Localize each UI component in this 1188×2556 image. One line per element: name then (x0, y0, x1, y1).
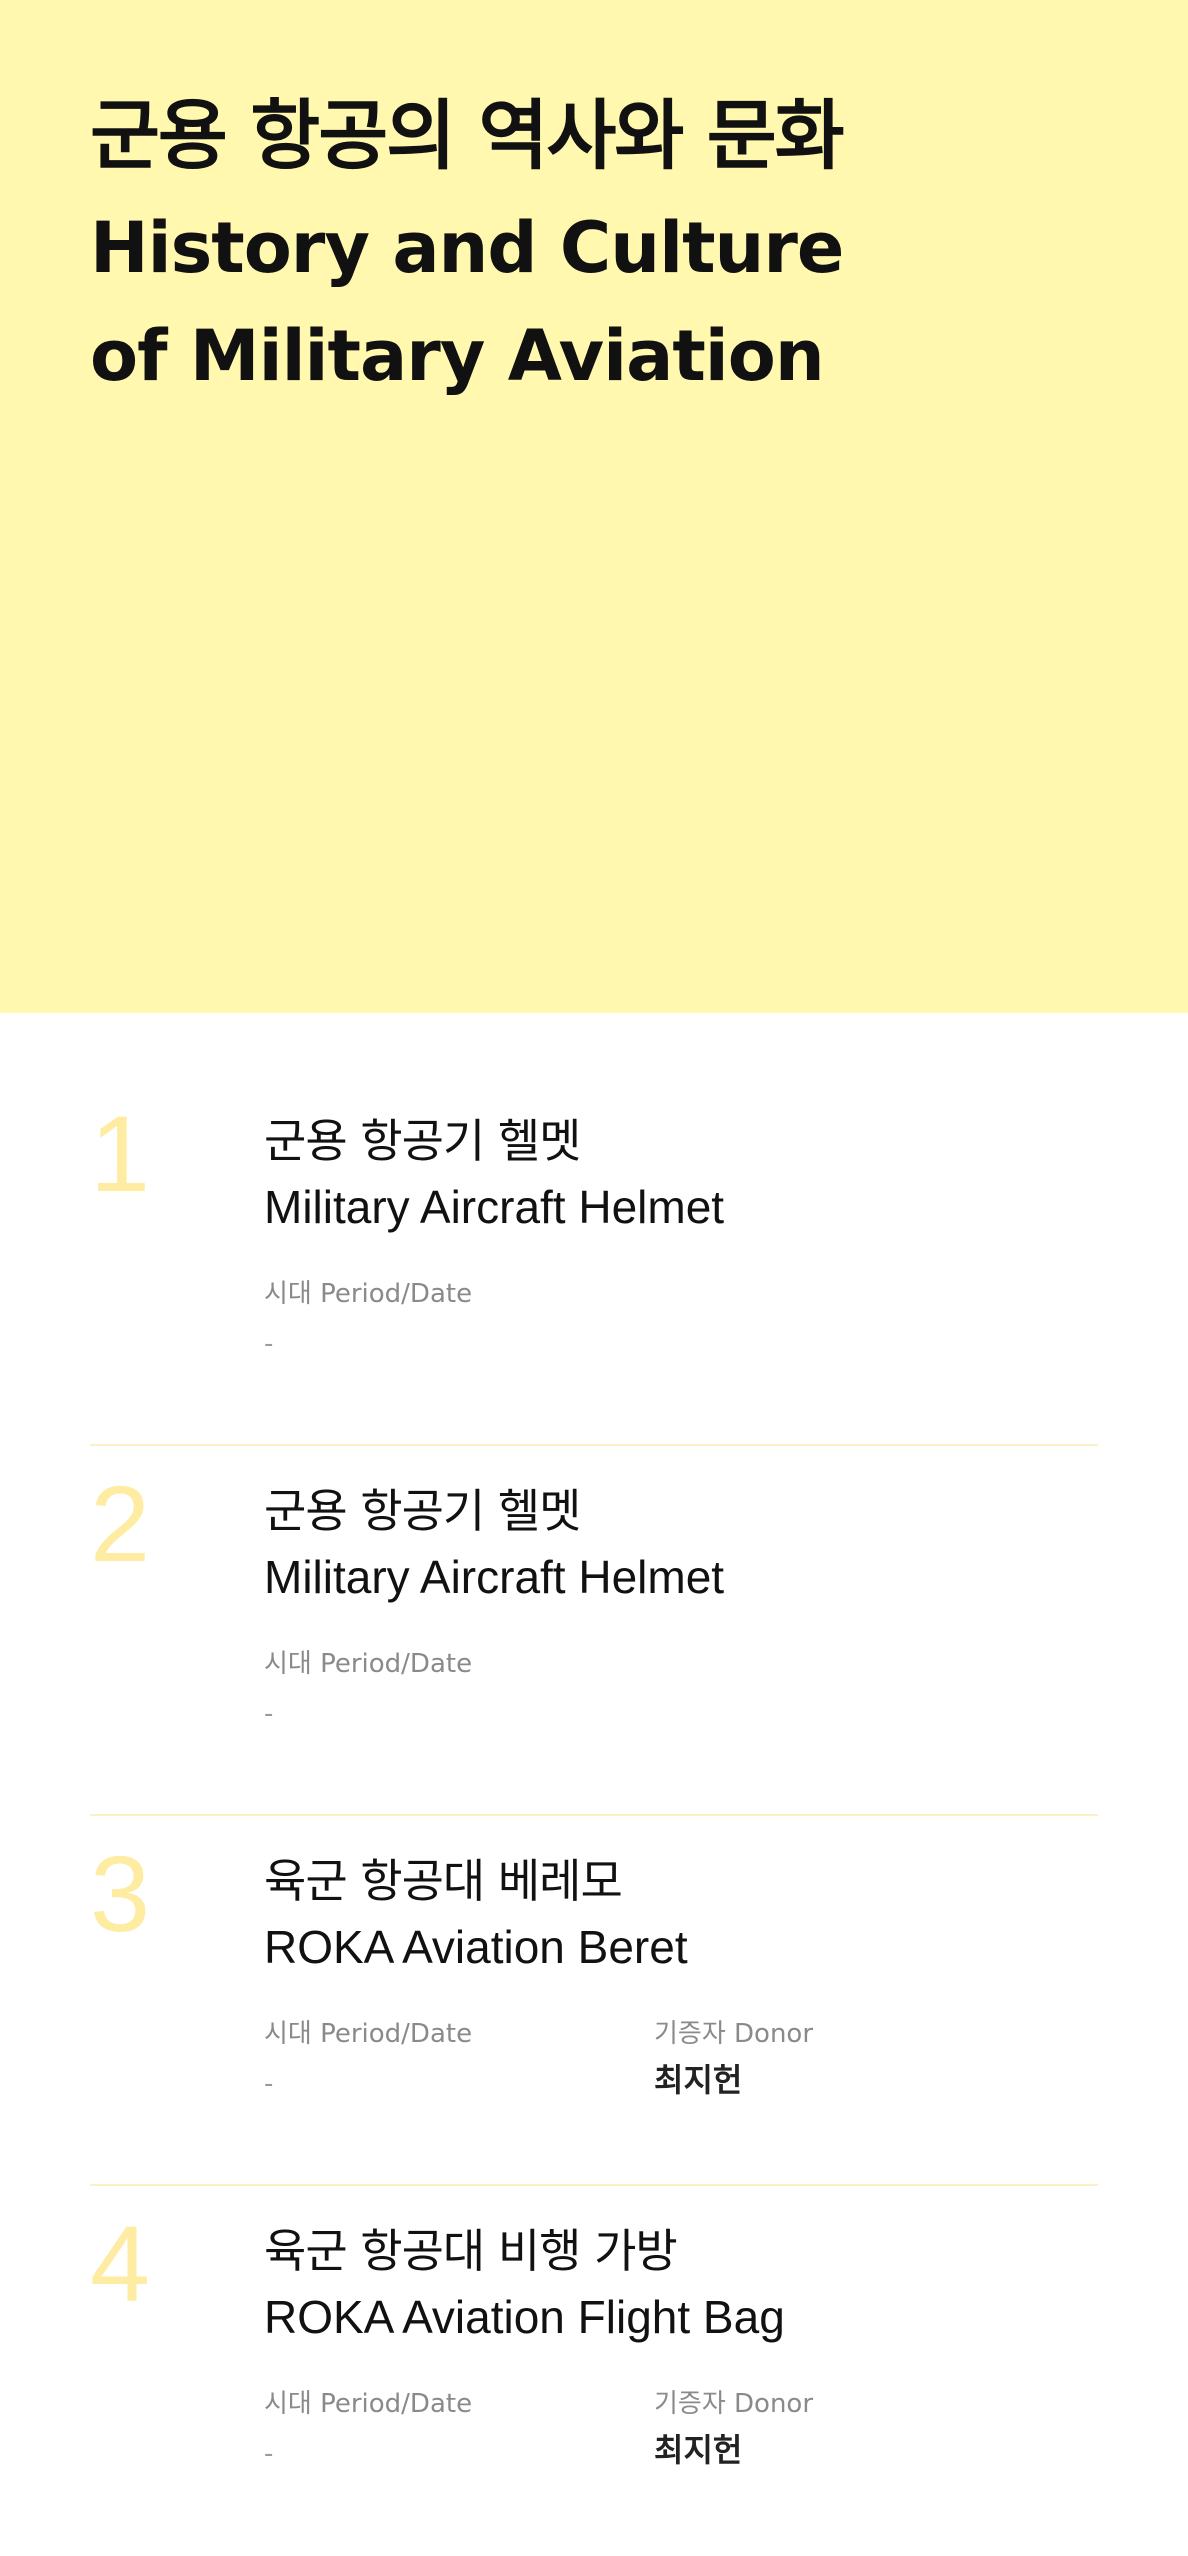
period-field: 시대 Period/Date - (264, 2016, 472, 2102)
period-label: 시대 Period/Date (264, 1279, 473, 1309)
artifact-title-korean: 육군 항공대 베레모 (264, 1854, 623, 1908)
donor-label: 기증자 Donor (654, 2389, 814, 2419)
period-field: 시대 Period/Date - (264, 2386, 472, 2472)
artifact-titles: 육군 항공대 비행 가방 ROKA Aviation Flight Bag (264, 2218, 1084, 2350)
donor-label: 기증자 Donor (654, 2019, 814, 2049)
artifact-title-korean: 군용 항공기 헬멧 (264, 1484, 581, 1538)
artifact-title-english: Military Aircraft Helmet (264, 1551, 725, 1603)
artifact-title-english: Military Aircraft Helmet (264, 1181, 725, 1233)
period-value: - (264, 2069, 274, 2099)
artifact-item[interactable]: 4 육군 항공대 비행 가방 ROKA Aviation Flight Bag … (90, 2190, 1098, 2556)
artifact-title-english: ROKA Aviation Beret (264, 1921, 688, 1973)
page-title: 군용 항공의 역사와 문화 History and Culture of Mil… (90, 78, 1090, 410)
donor-field: 기증자 Donor 최지헌 (654, 2386, 813, 2468)
period-value: - (264, 1699, 274, 1729)
period-field: 시대 Period/Date - (264, 1276, 472, 1362)
artifact-number: 3 (90, 1833, 151, 1954)
donor-value: 최지헌 (654, 2431, 743, 2469)
hero-banner: 군용 항공의 역사와 문화 History and Culture of Mil… (0, 0, 1188, 1013)
artifact-number: 2 (90, 1463, 151, 1584)
artifact-item[interactable]: 3 육군 항공대 베레모 ROKA Aviation Beret 시대 Peri… (90, 1820, 1098, 2186)
page-title-korean: 군용 항공의 역사와 문화 (90, 91, 845, 180)
artifact-titles: 육군 항공대 베레모 ROKA Aviation Beret (264, 1848, 1084, 1980)
artifact-item[interactable]: 1 군용 항공기 헬멧 Military Aircraft Helmet 시대 … (90, 1080, 1098, 1446)
artifact-item[interactable]: 2 군용 항공기 헬멧 Military Aircraft Helmet 시대 … (90, 1450, 1098, 1816)
artifact-title-english: ROKA Aviation Flight Bag (264, 2291, 785, 2343)
period-label: 시대 Period/Date (264, 1649, 473, 1679)
page-title-english: History and Culture of Military Aviation (90, 207, 844, 397)
period-value: - (264, 1329, 274, 1359)
artifact-number: 4 (90, 2203, 151, 2324)
period-label: 시대 Period/Date (264, 2019, 473, 2049)
artifact-titles: 군용 항공기 헬멧 Military Aircraft Helmet (264, 1108, 1084, 1240)
artifact-title-korean: 군용 항공기 헬멧 (264, 1114, 581, 1168)
artifact-list: 1 군용 항공기 헬멧 Military Aircraft Helmet 시대 … (90, 1080, 1098, 2556)
artifact-title-korean: 육군 항공대 비행 가방 (264, 2224, 678, 2278)
artifact-titles: 군용 항공기 헬멧 Military Aircraft Helmet (264, 1478, 1084, 1610)
period-label: 시대 Period/Date (264, 2389, 473, 2419)
donor-value: 최지헌 (654, 2061, 743, 2099)
artifact-number: 1 (90, 1093, 151, 1214)
donor-field: 기증자 Donor 최지헌 (654, 2016, 813, 2098)
period-value: - (264, 2439, 274, 2469)
period-field: 시대 Period/Date - (264, 1646, 472, 1732)
